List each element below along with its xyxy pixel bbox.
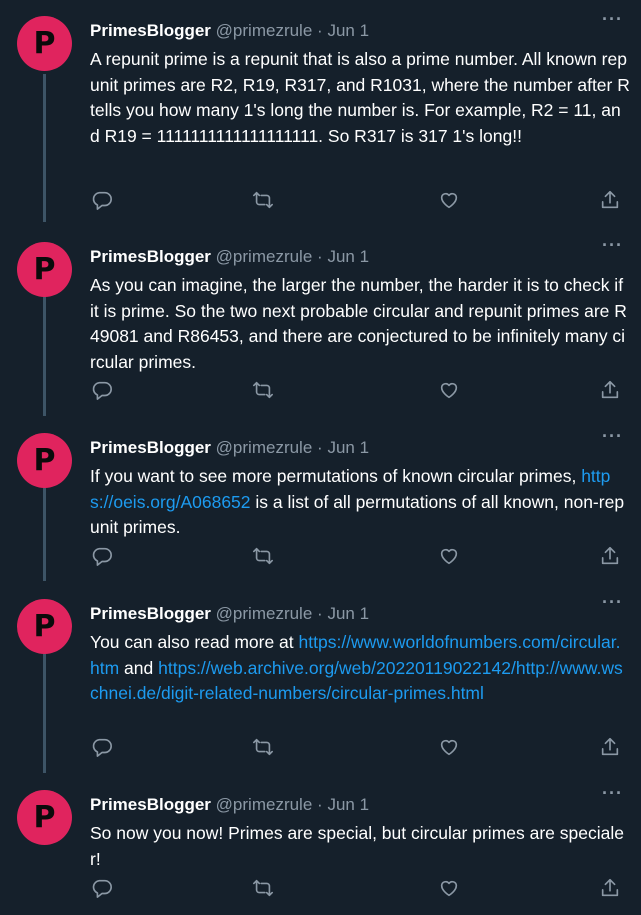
author-name[interactable]: PrimesBlogger bbox=[90, 247, 211, 266]
reply-icon[interactable] bbox=[90, 378, 114, 402]
avatar[interactable]: P bbox=[17, 599, 72, 654]
tweet-header: PrimesBlogger @primezrule · Jun 1 bbox=[90, 20, 369, 42]
author-name[interactable]: PrimesBlogger bbox=[90, 795, 211, 814]
reply-icon[interactable] bbox=[90, 188, 114, 212]
tweet-actions bbox=[90, 544, 630, 568]
tweet-text-before: You can also read more at bbox=[90, 632, 299, 652]
tweet-header: PrimesBlogger @primezrule · Jun 1 bbox=[90, 437, 369, 459]
tweet-header: PrimesBlogger @primezrule · Jun 1 bbox=[90, 246, 369, 268]
tweet[interactable]: P PrimesBlogger @primezrule · Jun 1 ··· … bbox=[0, 417, 641, 583]
avatar-letter: P bbox=[33, 251, 56, 287]
retweet-icon[interactable] bbox=[251, 188, 275, 212]
like-icon[interactable] bbox=[437, 188, 461, 212]
avatar-letter: P bbox=[33, 442, 56, 478]
tweet-text-mid: and bbox=[119, 657, 159, 678]
tweet-text: So now you now! Primes are special, but … bbox=[90, 821, 630, 872]
share-icon[interactable] bbox=[598, 876, 622, 900]
like-icon[interactable] bbox=[437, 876, 461, 900]
tweet-date[interactable]: Jun 1 bbox=[327, 247, 369, 266]
more-options-icon[interactable]: ··· bbox=[602, 427, 623, 445]
tweet-text-content: As you can imagine, the larger the numbe… bbox=[90, 275, 627, 372]
tweet-actions bbox=[90, 735, 630, 759]
tweet-text-content: A repunit prime is a repunit that is als… bbox=[90, 49, 630, 146]
author-handle[interactable]: @primezrule bbox=[216, 604, 313, 623]
tweet[interactable]: P PrimesBlogger @primezrule · Jun 1 ··· … bbox=[0, 583, 641, 774]
avatar[interactable]: P bbox=[17, 790, 72, 845]
thread: P PrimesBlogger @primezrule · Jun 1 ··· … bbox=[0, 0, 641, 915]
more-options-icon[interactable]: ··· bbox=[602, 593, 623, 611]
more-options-icon[interactable]: ··· bbox=[602, 236, 623, 254]
retweet-icon[interactable] bbox=[251, 876, 275, 900]
share-icon[interactable] bbox=[598, 378, 622, 402]
tweet-text-content: So now you now! Primes are special, but … bbox=[90, 823, 624, 869]
like-icon[interactable] bbox=[437, 735, 461, 759]
tweet-text: A repunit prime is a repunit that is als… bbox=[90, 47, 630, 149]
author-name[interactable]: PrimesBlogger bbox=[90, 21, 211, 40]
tweet-header: PrimesBlogger @primezrule · Jun 1 bbox=[90, 603, 369, 625]
tweet-text: You can also read more at https://www.wo… bbox=[90, 630, 630, 707]
author-handle[interactable]: @primezrule bbox=[216, 795, 313, 814]
retweet-icon[interactable] bbox=[251, 544, 275, 568]
author-handle[interactable]: @primezrule bbox=[216, 21, 313, 40]
tweet-date[interactable]: Jun 1 bbox=[327, 438, 369, 457]
separator-dot: · bbox=[317, 604, 323, 623]
separator-dot: · bbox=[317, 438, 323, 457]
tweet-date[interactable]: Jun 1 bbox=[327, 604, 369, 623]
tweet-text: As you can imagine, the larger the numbe… bbox=[90, 273, 630, 375]
author-handle[interactable]: @primezrule bbox=[216, 438, 313, 457]
avatar-letter: P bbox=[33, 25, 56, 61]
tweet-text-before: If you want to see more permutations of … bbox=[90, 466, 582, 486]
author-handle[interactable]: @primezrule bbox=[216, 247, 313, 266]
separator-dot: · bbox=[317, 795, 323, 814]
tweet-actions bbox=[90, 876, 630, 900]
tweet-actions bbox=[90, 378, 630, 402]
retweet-icon[interactable] bbox=[251, 378, 275, 402]
reply-icon[interactable] bbox=[90, 876, 114, 900]
avatar-letter: P bbox=[33, 799, 56, 835]
share-icon[interactable] bbox=[598, 735, 622, 759]
like-icon[interactable] bbox=[437, 378, 461, 402]
tweet-text: If you want to see more permutations of … bbox=[90, 464, 630, 541]
tweet-actions bbox=[90, 188, 630, 212]
separator-dot: · bbox=[317, 247, 323, 266]
web-archive-link[interactable]: https://web.archive.org/web/202201190221… bbox=[90, 658, 623, 704]
tweet[interactable]: P PrimesBlogger @primezrule · Jun 1 ··· … bbox=[0, 774, 641, 915]
share-icon[interactable] bbox=[598, 188, 622, 212]
tweet[interactable]: P PrimesBlogger @primezrule · Jun 1 ··· … bbox=[0, 0, 641, 226]
author-name[interactable]: PrimesBlogger bbox=[90, 604, 211, 623]
tweet-date[interactable]: Jun 1 bbox=[327, 21, 369, 40]
reply-icon[interactable] bbox=[90, 735, 114, 759]
more-options-icon[interactable]: ··· bbox=[602, 10, 623, 28]
reply-icon[interactable] bbox=[90, 544, 114, 568]
tweet-date[interactable]: Jun 1 bbox=[327, 795, 369, 814]
avatar[interactable]: P bbox=[17, 433, 72, 488]
like-icon[interactable] bbox=[437, 544, 461, 568]
author-name[interactable]: PrimesBlogger bbox=[90, 438, 211, 457]
separator-dot: · bbox=[317, 21, 323, 40]
more-options-icon[interactable]: ··· bbox=[602, 784, 623, 802]
tweet[interactable]: P PrimesBlogger @primezrule · Jun 1 ··· … bbox=[0, 226, 641, 417]
avatar[interactable]: P bbox=[17, 242, 72, 297]
tweet-header: PrimesBlogger @primezrule · Jun 1 bbox=[90, 794, 369, 816]
avatar[interactable]: P bbox=[17, 16, 72, 71]
avatar-letter: P bbox=[33, 608, 56, 644]
retweet-icon[interactable] bbox=[251, 735, 275, 759]
share-icon[interactable] bbox=[598, 544, 622, 568]
